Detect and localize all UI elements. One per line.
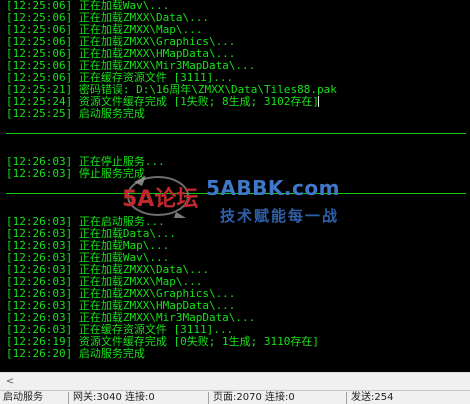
status-separator: [208, 392, 209, 404]
status-separator: [68, 392, 69, 404]
scroll-left-icon[interactable]: <: [3, 375, 17, 388]
status-bar: 启动服务 网关:3040 连接:0 页面:2070 连接:0 发送:254: [0, 390, 470, 404]
status-service: 启动服务: [3, 392, 43, 403]
log-console[interactable]: [12:25:06] 正在加载Wav\... [12:25:06] 正在加载ZM…: [0, 0, 470, 372]
status-page: 页面:2070 连接:0: [213, 392, 295, 403]
watermark-slogan: 技术赋能每一战: [220, 207, 340, 225]
forum-logo-icon: 5A论坛: [122, 176, 198, 218]
server-console-window: [12:25:06] 正在加载Wav\... [12:25:06] 正在加载ZM…: [0, 0, 470, 404]
text-cursor: [318, 96, 319, 107]
status-sent: 发送:254: [351, 392, 394, 403]
log-divider: [6, 133, 466, 134]
horizontal-scrollbar[interactable]: <: [0, 372, 470, 390]
log-line: [12:25:25] 启动服务完成: [6, 107, 145, 120]
status-gateway: 网关:3040 连接:0: [73, 392, 155, 403]
logo-text: 5A论坛: [122, 186, 198, 212]
log-line: [12:26:20] 启动服务完成: [6, 347, 145, 360]
status-separator: [346, 392, 347, 404]
watermark-site: 5ABBK.com: [206, 176, 340, 200]
forum-watermark: 5A论坛 5ABBK.com 技术赋能每一战: [116, 168, 366, 232]
